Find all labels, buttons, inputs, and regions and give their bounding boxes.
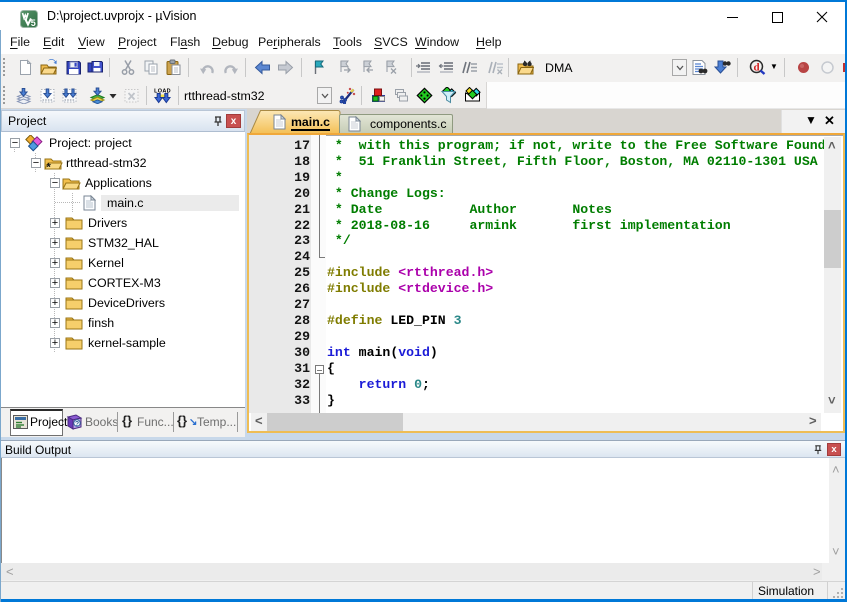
svg-text:*: * — [47, 162, 52, 172]
svg-text:d: d — [753, 62, 759, 74]
svg-text:?: ? — [75, 421, 79, 428]
svg-text:5: 5 — [31, 18, 36, 28]
svg-text:LOAD: LOAD — [154, 89, 171, 95]
